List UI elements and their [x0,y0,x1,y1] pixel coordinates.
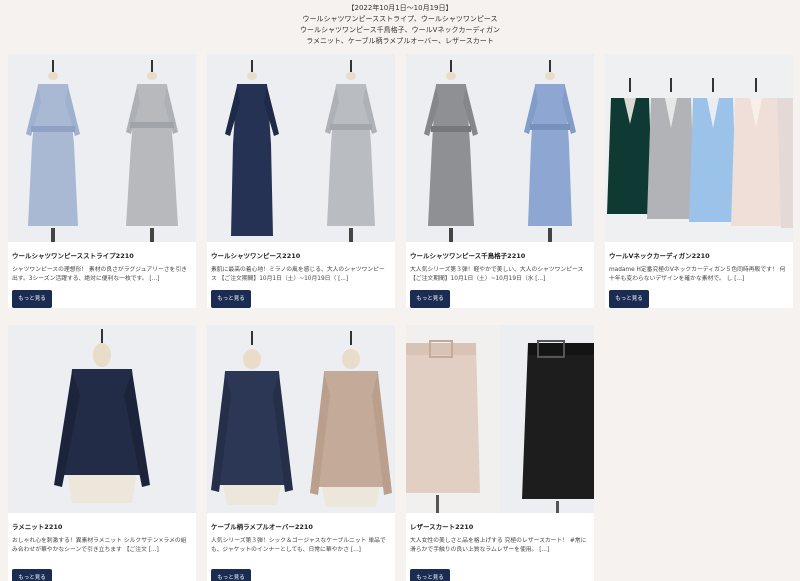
product-image[interactable] [207,54,395,242]
header-products-line-3: ラメニット、ケーブル柄ラメプルオーバー、レザースカート [306,37,494,45]
skirt-black [522,340,594,513]
product-card: ウールシャツワンピースストライプ2210 シャツワンピースの理想形！ 素材の良さ… [8,54,196,308]
product-title[interactable]: ウールシャツワンピース千鳥格子2210 [410,252,594,261]
product-description: シャツワンピースの理想形！ 素材の良さがラグジュアリーさを引き出す。3シーズン活… [12,267,187,282]
product-card: ラメニット2210 おしゃれ心を刺激する！異素材ラメニット シルクサテン×ラメの… [8,325,196,581]
product-description: 人気シリーズ第３弾！シック＆ゴージャスなケーブルニット 単品でも、ジャケットのイ… [211,538,386,553]
product-card: ケーブル柄ラメプルオーバー2210 人気シリーズ第３弾！シック＆ゴージャスなケー… [207,325,395,581]
header-products-line-1: ウールシャツワンピースストライプ、ウールシャツワンピース [302,15,498,23]
product-description: 大人気シリーズ第３弾！軽やかで美しい、大人のシャツワンピース 【ご注文期間】10… [410,267,584,282]
product-title[interactable]: ケーブル柄ラメプルオーバー2210 [211,523,395,532]
more-button[interactable]: もっと見る [410,290,450,308]
cardigan-grey [647,78,695,219]
header-products-line-2: ウールシャツワンピース千鳥格子、ウールVネックカーディガン [300,26,500,34]
product-title[interactable]: ウールVネックカーディガン2210 [609,252,793,261]
more-button[interactable]: もっと見る [410,569,450,581]
cardigan-blue [689,78,737,222]
product-image[interactable] [207,325,395,513]
product-card: ウールシャツワンピース千鳥格子2210 大人気シリーズ第３弾！軽やかで美しい、大… [406,54,594,308]
product-card: ウールシャツワンピース2210 素肌に最高の着心地！ミラノの風を感じる、大人のシ… [207,54,395,308]
product-image[interactable] [8,325,196,513]
product-title[interactable]: ウールシャツワンピース2210 [211,252,395,261]
skirt-beige [406,340,480,513]
page-header: 【2022年10月1日～10月19日】 ウールシャツワンピースストライプ、ウール… [0,3,800,47]
more-button[interactable]: もっと見る [609,290,649,308]
product-card: レザースカート2210 大人女性の美しさと品を格上げする 究極のレザースカート！… [406,325,594,581]
product-image[interactable] [406,325,594,513]
header-date-range: 【2022年10月1日～10月19日】 [347,4,453,12]
product-title[interactable]: ウールシャツワンピースストライプ2210 [12,252,196,261]
product-title[interactable]: レザースカート2210 [410,523,594,532]
product-image[interactable] [8,54,196,242]
product-card: ウールVネックカーディガン2210 madame H定番究極のVネックカーディガ… [605,54,793,308]
product-description: おしゃれ心を刺激する！異素材ラメニット シルクサテン×ラメの組み合わせが華やかな… [12,538,187,553]
product-image[interactable] [605,54,793,242]
cardigan-green [607,78,653,214]
more-button[interactable]: もっと見る [12,290,52,308]
product-description: madame H定番究極のVネックカーディガン５色同時再販です！ 何十年も変わら… [609,267,786,282]
product-image[interactable] [406,54,594,242]
product-description: 素肌に最高の着心地！ミラノの風を感じる、大人のシャツワンピース 【ご注文期間】1… [211,267,385,282]
more-button[interactable]: もっと見る [211,290,251,308]
more-button[interactable]: もっと見る [211,569,251,581]
product-description: 大人女性の美しさと品を格上げする 究極のレザースカート！ #常に滑らかで手触りの… [410,538,587,553]
cardigan-pink [731,78,781,226]
product-title[interactable]: ラメニット2210 [12,523,196,532]
more-button[interactable]: もっと見る [12,569,52,581]
